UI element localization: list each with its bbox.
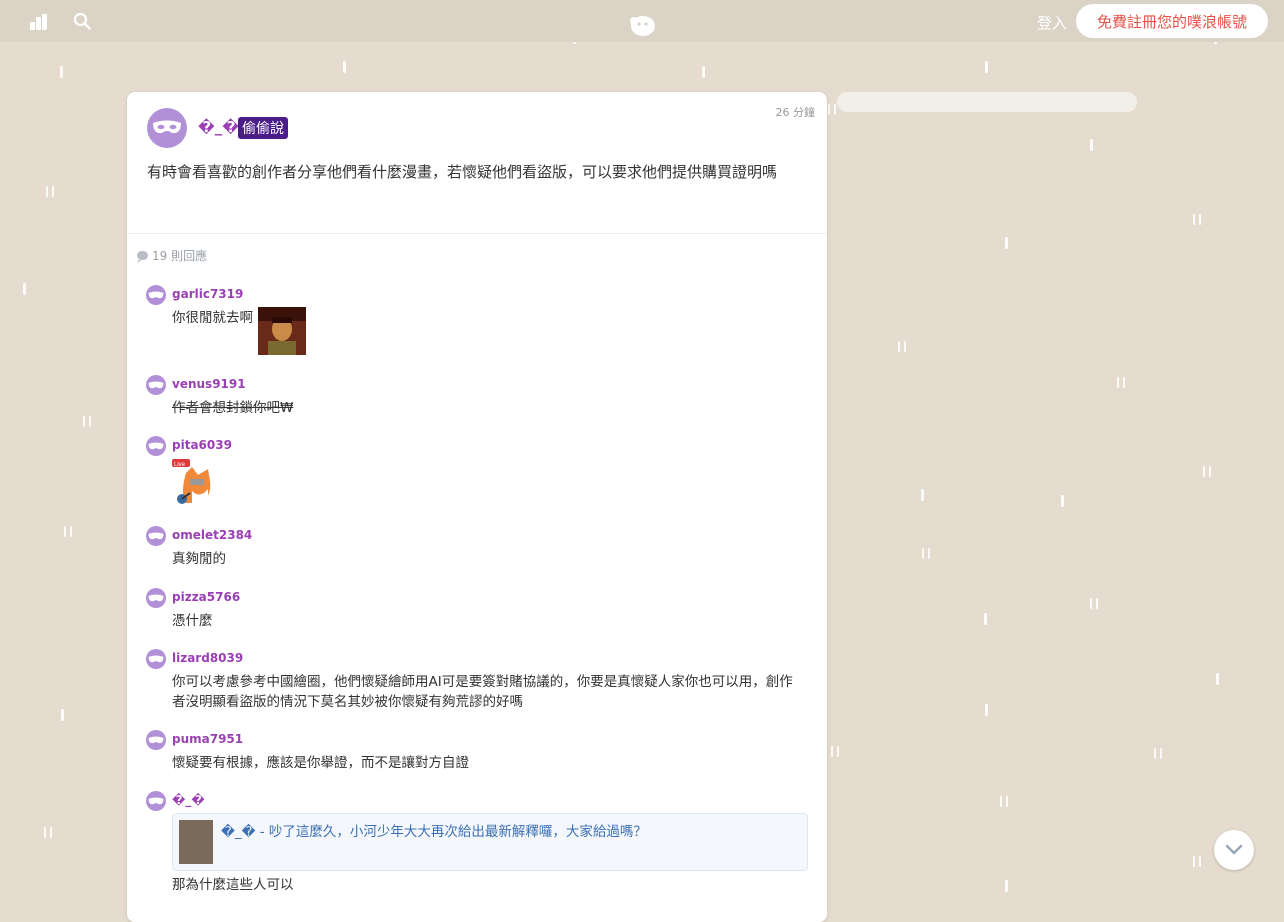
- mask-avatar: [146, 436, 166, 456]
- mask-avatar: [146, 649, 166, 669]
- stats-icon[interactable]: [30, 14, 50, 30]
- reply-username[interactable]: lizard8039: [172, 651, 243, 665]
- live-label: Live: [174, 462, 186, 468]
- mask-avatar: [146, 285, 166, 305]
- top-bar: 登入 免費註冊您的噗浪帳號: [0, 0, 1284, 42]
- quote-thumbnail: [179, 820, 213, 864]
- reply-text: 你可以考慮參考中國繪圈，他們懷疑繪師用AI可是要簽對賭協議的，你要是真懷疑人家你…: [172, 674, 793, 710]
- quote-text: �_� - 吵了這麼久，小河少年大大再次給出最新解釋囉，大家給過嗎？: [221, 824, 647, 840]
- scroll-down-button[interactable]: [1214, 830, 1254, 870]
- reply-username[interactable]: venus9191: [172, 377, 246, 391]
- post-header: �_� 偷偷說 26 分鐘 有時會看喜歡的創作者分享他們看什麼漫畫，若懷疑他們看…: [127, 92, 827, 234]
- reply-text: 懷疑要有根據，應該是你舉證，而不是讓對方自證: [172, 755, 469, 771]
- mask-avatar: [146, 588, 166, 608]
- login-link[interactable]: 登入: [1037, 12, 1067, 33]
- reply-username[interactable]: puma7951: [172, 732, 243, 746]
- reply-count-label: 19 則回應: [152, 249, 208, 263]
- reply-text: 作者會想封鎖你吧₩: [172, 400, 294, 416]
- post-content: 有時會看喜歡的創作者分享他們看什麼漫畫，若懷疑他們看盜版，可以要求他們提供購買證…: [147, 163, 778, 181]
- reply-username[interactable]: garlic7319: [172, 287, 243, 301]
- reply-username[interactable]: �_�: [172, 793, 205, 807]
- reply-username[interactable]: pita6039: [172, 438, 232, 452]
- mask-avatar: [146, 730, 166, 750]
- mask-avatar: [146, 791, 166, 811]
- post-author[interactable]: �_�: [198, 118, 239, 136]
- reply-text: 那為什麼這些人可以: [172, 877, 294, 893]
- plurk-card: �_� 偷偷說 26 分鐘 有時會看喜歡的創作者分享他們看什麼漫畫，若懷疑他們看…: [127, 92, 827, 922]
- reply-username[interactable]: pizza5766: [172, 590, 240, 604]
- anonymous-mask-avatar: [147, 108, 187, 148]
- mask-avatar: [146, 375, 166, 395]
- mask-avatar: [146, 526, 166, 546]
- reply-username[interactable]: omelet2384: [172, 528, 252, 542]
- quoted-plurk-link[interactable]: �_� - 吵了這麼久，小河少年大大再次給出最新解釋囉，大家給過嗎？: [172, 813, 808, 871]
- plurk-logo-icon[interactable]: [628, 12, 656, 38]
- signup-button[interactable]: 免費註冊您的噗浪帳號: [1076, 4, 1268, 38]
- chevron-down-icon: [1225, 844, 1243, 855]
- whisper-badge: 偷偷說: [238, 117, 288, 139]
- comment-bubble-icon: [137, 251, 148, 263]
- reply-text: 憑什麼: [172, 613, 213, 629]
- fox-sticker-image[interactable]: Live: [172, 459, 220, 507]
- reply-text: 真夠閒的: [172, 551, 226, 567]
- reply-count: 19 則回應: [137, 247, 207, 264]
- emoticon-image[interactable]: [258, 307, 306, 355]
- sidebar-placeholder: [837, 92, 1137, 112]
- search-icon[interactable]: [73, 12, 91, 30]
- post-timestamp: 26 分鐘: [775, 106, 816, 119]
